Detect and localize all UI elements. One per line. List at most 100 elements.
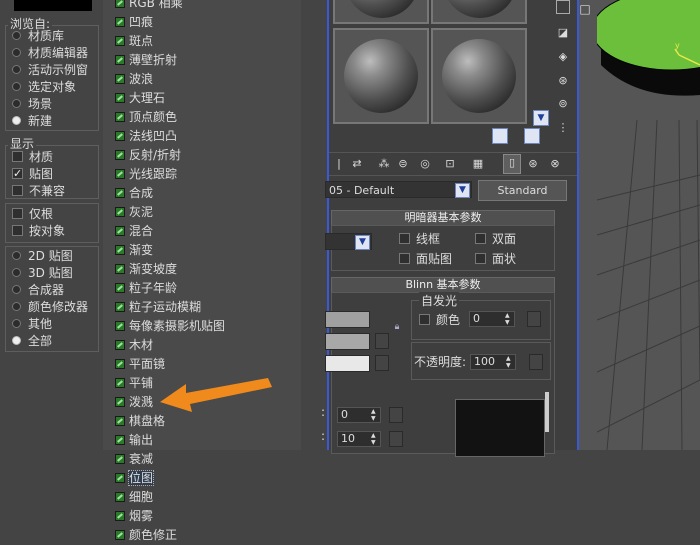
lock-icon[interactable]: 🔒︎ bbox=[392, 321, 402, 333]
radio-button[interactable] bbox=[12, 116, 21, 125]
backlight-icon[interactable]: ◪ bbox=[555, 25, 571, 41]
radio-button[interactable] bbox=[12, 268, 21, 277]
uv-tiling-icon[interactable]: ⊛ bbox=[555, 73, 571, 89]
wire-check[interactable]: 线框 bbox=[399, 230, 440, 247]
map-list-item[interactable]: 渐变 bbox=[115, 241, 153, 260]
assign-material-icon[interactable]: ⇄ bbox=[349, 156, 365, 172]
map-list-item[interactable]: 法线凹凸 bbox=[115, 127, 177, 146]
spinner-arrows-icon[interactable]: ▲ ▼ bbox=[506, 355, 514, 369]
sample-slot-1[interactable] bbox=[333, 0, 429, 24]
radio-button[interactable] bbox=[12, 65, 21, 74]
radio-option[interactable]: 活动示例窗 bbox=[12, 62, 88, 79]
background-icon[interactable]: ◈ bbox=[555, 49, 571, 65]
checkbox-option[interactable]: 贴图 bbox=[12, 165, 53, 183]
go-forward-sibling-icon[interactable]: ⊛ bbox=[525, 156, 541, 172]
opacity-map-button[interactable] bbox=[529, 354, 543, 370]
specular-map-button[interactable] bbox=[375, 355, 389, 371]
radio-button[interactable] bbox=[12, 31, 21, 40]
shader-type-dropdown[interactable]: ▼ bbox=[325, 233, 372, 250]
slot-view-icon[interactable] bbox=[492, 128, 508, 144]
self-illum-spinner[interactable]: 0 ▲ ▼ bbox=[469, 311, 515, 327]
map-list-item[interactable]: 光线跟踪 bbox=[115, 165, 177, 184]
spinner-arrows-icon[interactable]: ▲ ▼ bbox=[371, 408, 379, 422]
shader-dropdown-icon[interactable]: ▼ bbox=[355, 235, 370, 250]
spinner-arrows-icon[interactable]: ▲ ▼ bbox=[371, 432, 379, 446]
sample-slot-4[interactable] bbox=[333, 28, 429, 124]
checkbox[interactable] bbox=[12, 225, 23, 236]
map-list-item[interactable]: 颜色修正 bbox=[115, 526, 177, 545]
map-list-item[interactable]: 衰减 bbox=[115, 450, 153, 469]
spec-level-spinner[interactable]: 0 ▲ ▼ bbox=[337, 407, 381, 423]
material-effects-icon[interactable]: ⊜ bbox=[395, 156, 411, 172]
map-list-item[interactable]: 棋盘格 bbox=[115, 412, 165, 431]
radio-option[interactable]: 2D 贴图 bbox=[12, 248, 73, 265]
map-list-item[interactable]: 平面镜 bbox=[115, 355, 165, 374]
map-list-item[interactable]: 泼溅 bbox=[115, 393, 153, 412]
blinn-rollout-header[interactable]: Blinn 基本参数 bbox=[331, 277, 555, 293]
radio-option[interactable]: 新建 bbox=[12, 113, 52, 130]
map-list-item[interactable]: 位图 bbox=[115, 469, 155, 488]
video-color-check-icon[interactable]: ⊚ bbox=[555, 96, 571, 112]
map-list-item[interactable]: 烟雾 bbox=[115, 507, 153, 526]
radio-option[interactable]: 选定对象 bbox=[12, 79, 76, 96]
perspective-viewport[interactable]: y □ bbox=[579, 0, 700, 450]
scrollbar-thumb[interactable] bbox=[545, 392, 549, 432]
material-name-dropdown-icon[interactable]: ▼ bbox=[455, 183, 470, 198]
map-list-item[interactable]: 细胞 bbox=[115, 488, 153, 507]
map-list-item[interactable]: 波浪 bbox=[115, 70, 153, 89]
radio-option[interactable]: 合成器 bbox=[12, 282, 64, 299]
faceted-check[interactable]: 面状 bbox=[475, 250, 516, 267]
glossiness-map-button[interactable] bbox=[389, 431, 403, 447]
radio-option[interactable]: 颜色修改器 bbox=[12, 299, 88, 316]
map-list-item[interactable]: 木材 bbox=[115, 336, 153, 355]
radio-button[interactable] bbox=[12, 82, 21, 91]
checkbox-option[interactable]: 按对象 bbox=[12, 223, 65, 240]
shader-rollout-header[interactable]: 明暗器基本参数 bbox=[331, 210, 555, 226]
radio-button[interactable] bbox=[12, 285, 21, 294]
faceted-checkbox[interactable] bbox=[475, 253, 486, 264]
face-map-checkbox[interactable] bbox=[399, 253, 410, 264]
map-list-item[interactable]: 平铺 bbox=[115, 374, 153, 393]
checkbox[interactable] bbox=[12, 165, 23, 182]
diffuse-map-button[interactable] bbox=[375, 333, 389, 349]
self-illum-map-button[interactable] bbox=[527, 311, 541, 327]
map-list-item[interactable]: 每像素摄影机贴图 bbox=[115, 317, 225, 336]
map-list-item[interactable]: 斑点 bbox=[115, 32, 153, 51]
radio-option[interactable]: 全部 bbox=[12, 333, 52, 350]
checkbox-option[interactable]: 材质 bbox=[12, 149, 53, 166]
checkbox-option[interactable]: 仅根 bbox=[12, 206, 53, 223]
two-sided-check[interactable]: 双面 bbox=[475, 230, 516, 247]
specular-color-swatch[interactable] bbox=[325, 355, 370, 372]
map-list-item[interactable]: 大理石 bbox=[115, 89, 165, 108]
map-list-item[interactable]: RGB 相乘 bbox=[115, 0, 183, 13]
radio-option[interactable]: 场景 bbox=[12, 96, 52, 113]
radio-button[interactable] bbox=[12, 48, 21, 57]
map-list-item[interactable]: 渐变坡度 bbox=[115, 260, 177, 279]
show-end-result-icon[interactable]: ▦ bbox=[470, 156, 486, 172]
spec-level-map-button[interactable] bbox=[389, 407, 403, 423]
radio-button[interactable] bbox=[12, 99, 21, 108]
glossiness-spinner[interactable]: 10 ▲ ▼ bbox=[337, 431, 381, 447]
map-list-item[interactable]: 反射/折射 bbox=[115, 146, 181, 165]
map-list-item[interactable]: 输出 bbox=[115, 431, 153, 450]
map-list-item[interactable]: 凹痕 bbox=[115, 13, 153, 32]
radio-option[interactable]: 其他 bbox=[12, 316, 52, 333]
side-tool-square-icon[interactable]: □ bbox=[579, 0, 594, 18]
checkbox[interactable] bbox=[12, 151, 23, 162]
map-list-item[interactable]: 薄壁折射 bbox=[115, 51, 177, 70]
map-list-item[interactable]: 灰泥 bbox=[115, 203, 153, 222]
radio-button[interactable] bbox=[12, 336, 21, 345]
face-map-check[interactable]: 面贴图 bbox=[399, 250, 452, 267]
pick-material-icon[interactable]: ⊗ bbox=[547, 156, 563, 172]
opacity-spinner[interactable]: 100 ▲ ▼ bbox=[470, 354, 516, 370]
map-list-item[interactable]: 顶点颜色 bbox=[115, 108, 177, 127]
material-name-field[interactable]: 05 - Default ▼ bbox=[325, 181, 472, 198]
radio-option[interactable]: 材质编辑器 bbox=[12, 45, 88, 62]
options-icon[interactable]: ⋮ bbox=[555, 120, 571, 136]
checkbox[interactable] bbox=[12, 208, 23, 219]
diffuse-color-swatch[interactable] bbox=[325, 333, 370, 350]
sample-type-icon[interactable] bbox=[556, 0, 570, 14]
slot-scroll-down-icon[interactable]: ▼ bbox=[533, 110, 549, 126]
slot-view-icon-2[interactable] bbox=[524, 128, 540, 144]
map-list-item[interactable]: 粒子运动模糊 bbox=[115, 298, 201, 317]
